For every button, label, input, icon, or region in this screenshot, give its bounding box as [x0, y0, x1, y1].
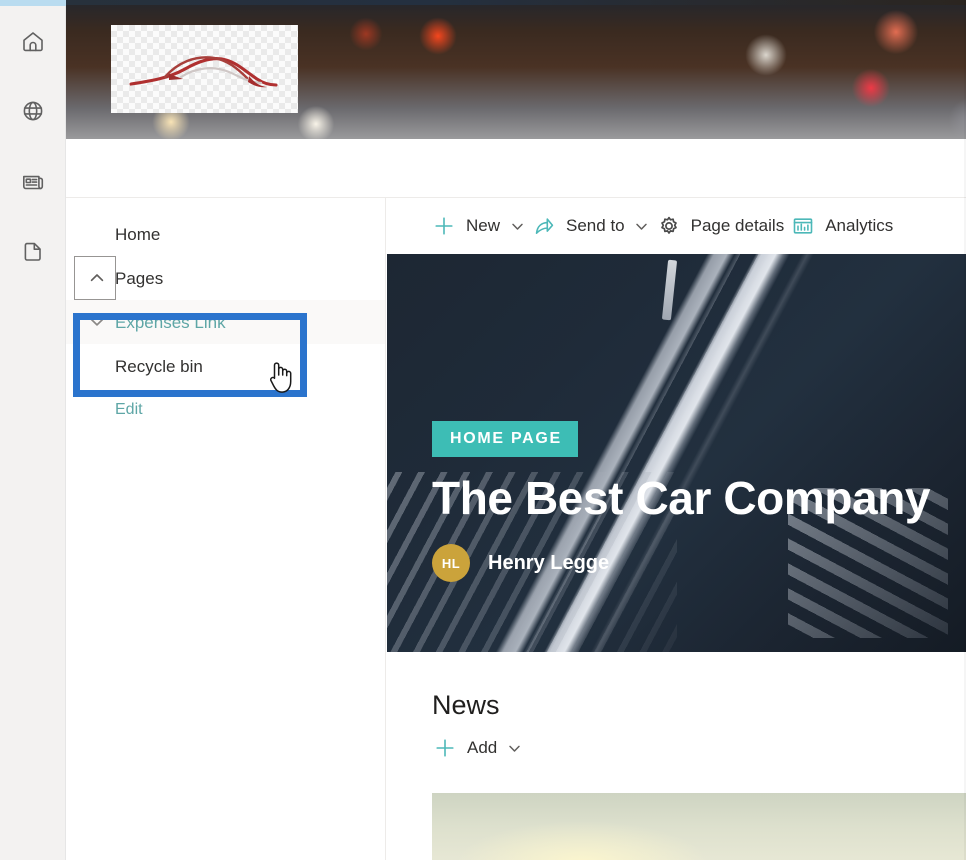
- plus-icon: [432, 735, 458, 761]
- add-news-button[interactable]: Add: [432, 735, 522, 761]
- status-badge: HOME PAGE: [432, 421, 578, 458]
- document-icon: [18, 236, 48, 266]
- analytics-button-label: Analytics: [825, 216, 894, 235]
- analytics-icon: [790, 213, 816, 239]
- chevron-down-icon[interactable]: [634, 218, 650, 234]
- edit-navigation-link[interactable]: Edit: [66, 388, 385, 432]
- sidebar-item-pages[interactable]: Pages: [66, 256, 385, 300]
- new-button[interactable]: New: [431, 206, 525, 246]
- command-bar: New Send to Page details Analytics: [387, 198, 966, 254]
- news-heading: News: [432, 690, 500, 720]
- rail-item-home[interactable]: [0, 12, 66, 70]
- page-details-button[interactable]: Page details: [656, 206, 785, 246]
- rail-item-globe[interactable]: [0, 82, 66, 140]
- sidebar-item-label: Pages: [115, 268, 164, 288]
- sharepoint-site-page: Home Pages Expenses Link Recycle bin Edi…: [0, 0, 966, 860]
- page-details-button-label: Page details: [690, 216, 785, 235]
- analytics-button[interactable]: Analytics: [790, 206, 893, 246]
- site-navigation: Home Pages Expenses Link Recycle bin Edi…: [66, 198, 386, 860]
- sidebar-item-label: Home: [115, 224, 161, 244]
- hero-text-block: HOME PAGE The Best Car Company HL Henry …: [432, 421, 931, 582]
- site-logo[interactable]: [111, 25, 298, 113]
- gear-icon: [656, 213, 682, 239]
- rail-item-document[interactable]: [0, 222, 66, 280]
- sidebar-item-recycle-bin[interactable]: Recycle bin: [66, 344, 385, 388]
- author-name: Henry Legge: [488, 551, 610, 574]
- avatar: HL: [432, 544, 470, 582]
- rail-item-news[interactable]: [0, 152, 66, 210]
- chevron-down-icon[interactable]: [86, 311, 108, 333]
- send-to-button-label: Send to: [566, 216, 625, 235]
- chevron-down-icon[interactable]: [509, 218, 525, 234]
- send-to-icon: [531, 213, 557, 239]
- page-title: The Best Car Company: [432, 472, 931, 525]
- hero-banner[interactable]: HOME PAGE The Best Car Company HL Henry …: [387, 254, 966, 652]
- sidebar-item-label: Expenses Link: [115, 312, 226, 332]
- sidebar-item-label: Recycle bin: [115, 356, 203, 376]
- sidebar-item-expenses-link[interactable]: Expenses Link: [66, 300, 385, 344]
- news-icon: [18, 166, 48, 196]
- banner-lower-strip: [66, 139, 966, 198]
- car-logo-icon: [128, 56, 278, 88]
- chevron-up-icon[interactable]: [86, 267, 108, 289]
- news-card-thumbnail[interactable]: [432, 793, 966, 860]
- author-row: HL Henry Legge: [432, 544, 930, 582]
- sidebar-item-home[interactable]: Home: [66, 212, 385, 256]
- app-rail: [0, 0, 66, 860]
- edit-link-label: Edit: [115, 401, 143, 418]
- send-to-button[interactable]: Send to: [531, 206, 650, 246]
- new-button-label: New: [466, 216, 501, 235]
- banner-top-edge: [66, 0, 966, 5]
- page-content: New Send to Page details Analytics HOME …: [387, 198, 966, 860]
- add-news-label: Add: [467, 738, 498, 757]
- plus-icon: [431, 213, 457, 239]
- home-icon: [18, 26, 48, 56]
- chevron-down-icon[interactable]: [506, 740, 522, 756]
- news-section: News Add: [387, 652, 966, 765]
- globe-icon: [18, 96, 48, 126]
- rail-top-strip: [0, 0, 66, 6]
